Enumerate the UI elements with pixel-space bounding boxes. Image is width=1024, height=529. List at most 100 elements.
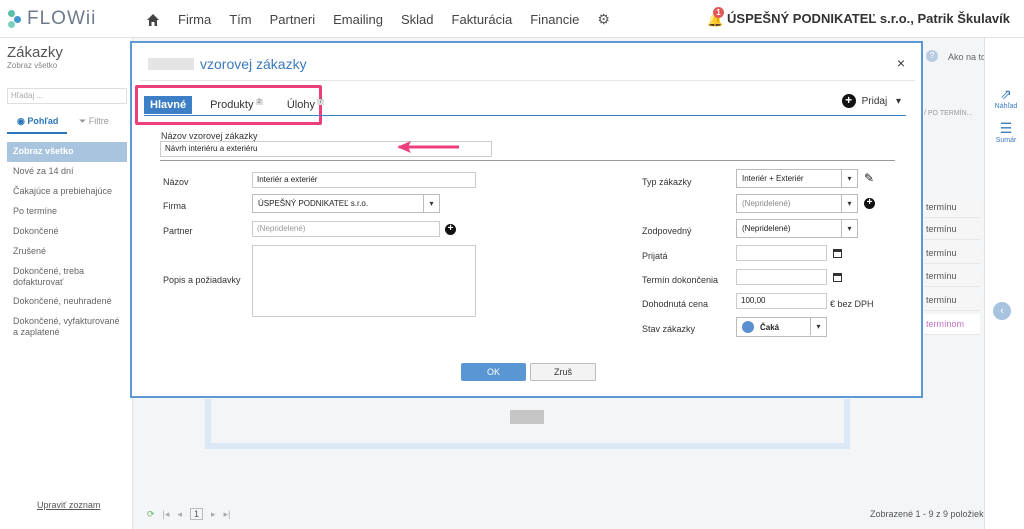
add-button[interactable]: + Pridaj ▾: [841, 94, 901, 108]
nav-item-partneri[interactable]: Partneri: [270, 12, 316, 27]
help-icon[interactable]: ?: [926, 50, 938, 62]
ok-button[interactable]: OK: [461, 363, 526, 381]
nav-item-firma[interactable]: Firma: [178, 12, 211, 27]
received-label: Prijatá: [642, 251, 668, 261]
external-link-icon: ⇗: [1000, 86, 1012, 102]
sidebar-item-completed[interactable]: Dokončené: [7, 222, 127, 242]
view-tab[interactable]: ◉ Pohľad: [7, 116, 67, 134]
next-page-icon[interactable]: ▸: [211, 509, 216, 520]
list-item[interactable]: termínu: [924, 290, 980, 311]
add-partner-icon[interactable]: +: [445, 224, 456, 235]
pager-status: Zobrazené 1 - 9 z 9 položiek: [870, 509, 984, 519]
blurred-title-word: [148, 58, 194, 70]
filter-tab[interactable]: ⏷ Filtre: [67, 116, 109, 134]
search-input[interactable]: Hľadaj ...: [7, 88, 127, 104]
home-icon[interactable]: [146, 13, 160, 27]
pencil-icon[interactable]: ✎: [864, 171, 874, 185]
tab-count-badge: 2: [255, 99, 263, 106]
flowii-logo-icon: [8, 10, 22, 28]
company-select[interactable]: ÚSPEŠNÝ PODNIKATEĽ s.r.o. ▾: [252, 194, 440, 213]
sidebar-item-waiting[interactable]: Čakajúce a prebiehajúce: [7, 182, 127, 202]
tabs-underline: [144, 115, 906, 116]
cancel-button[interactable]: Zruš: [530, 363, 596, 381]
tab-tasks[interactable]: Úlohy 7: [281, 96, 330, 114]
name-label: Názov: [163, 177, 189, 187]
price-input[interactable]: 100,00: [736, 293, 827, 309]
chevron-left-icon: ‹: [1000, 305, 1004, 317]
blurred-block: [510, 410, 544, 424]
preview-button[interactable]: ⇗ Náhľad: [991, 86, 1021, 110]
name-input[interactable]: Interiér a exteriér: [252, 172, 476, 188]
prev-page-icon[interactable]: ◂: [177, 509, 182, 520]
list-icon: ☰: [999, 120, 1013, 136]
pager: ⟳ |◂ ◂ 1 ▸ ▸|: [147, 508, 230, 520]
order-subtype-select[interactable]: (Nepridelené) ▾: [736, 194, 858, 213]
main-nav: Firma Tím Partneri Emailing Sklad Faktur…: [146, 11, 610, 28]
sidebar-item-paid[interactable]: Dokončené, vyfakturované a zaplatené: [7, 312, 127, 342]
responsible-select[interactable]: (Nepridelené) ▾: [736, 219, 858, 238]
collapse-panel-button[interactable]: ‹: [993, 302, 1011, 320]
hourglass-icon: [742, 321, 754, 333]
sidebar-item-unpaid[interactable]: Dokončené, neuhradené: [7, 292, 127, 312]
first-page-icon[interactable]: |◂: [163, 509, 170, 520]
plus-circle-icon: +: [841, 94, 856, 108]
partner-input[interactable]: (Nepridelené): [252, 221, 440, 237]
template-order-dialog: vzorovej zákazky × Hlavné Produkty 2 Úloh…: [130, 41, 923, 398]
gear-icon[interactable]: ⚙: [597, 11, 610, 28]
calendar-icon[interactable]: [833, 273, 842, 282]
dialog-title: vzorovej zákazky: [148, 56, 307, 72]
list-item[interactable]: termínu: [924, 243, 980, 264]
list-item[interactable]: termínu: [924, 266, 980, 287]
divider: [140, 80, 915, 81]
caret-down-icon: ▾: [810, 318, 826, 335]
caret-down-icon: ▾: [841, 170, 857, 187]
list-item[interactable]: termínu: [924, 219, 980, 240]
notification-badge: 1: [713, 6, 725, 18]
nav-item-tim[interactable]: Tím: [229, 12, 251, 27]
list-item[interactable]: termínu: [924, 197, 980, 218]
sidebar: Zákazky Zobraz všetko Hľadaj ... ◉ Pohľa…: [0, 38, 133, 529]
template-name-label: Názov vzorovej zákazky: [161, 131, 258, 141]
nav-item-emailing[interactable]: Emailing: [333, 12, 383, 27]
calendar-icon[interactable]: [833, 249, 842, 258]
status-select[interactable]: Čaká ▾: [736, 317, 827, 337]
sidebar-item-cancelled[interactable]: Zrušené: [7, 242, 127, 262]
order-type-select[interactable]: Interiér + Exteriér ▾: [736, 169, 858, 188]
close-icon[interactable]: ×: [897, 55, 905, 71]
tab-main[interactable]: Hlavné: [144, 96, 193, 114]
bell-icon[interactable]: 🔔 1: [707, 6, 725, 27]
arrow-annotation-icon: [397, 141, 459, 153]
column-header[interactable]: / PO TERMÍN...: [924, 110, 973, 117]
dialog-tabs: Hlavné Produkty 2 Úlohy 7: [144, 96, 330, 114]
logo-text: FLOWii: [27, 8, 97, 29]
sidebar-item-overdue[interactable]: Po termíne: [7, 202, 127, 222]
sidebar-item-to-invoice[interactable]: Dokončené, treba dofakturovať: [7, 262, 127, 292]
status-label: Stav zákazky: [642, 324, 696, 334]
current-page[interactable]: 1: [189, 508, 203, 520]
app-logo[interactable]: FLOWii: [8, 8, 96, 30]
page-subtitle: Zobraz všetko: [7, 61, 58, 70]
summary-button[interactable]: ☰ Sumár: [991, 120, 1021, 144]
refresh-icon[interactable]: ⟳: [147, 509, 155, 520]
chevron-down-icon: ▾: [893, 95, 901, 107]
add-subtype-icon[interactable]: +: [864, 198, 875, 209]
sidebar-item-new-14-days[interactable]: Nové za 14 dní: [7, 162, 127, 182]
nav-item-financie[interactable]: Financie: [530, 12, 579, 27]
nav-item-sklad[interactable]: Sklad: [401, 12, 434, 27]
right-toolbar: ⇗ Náhľad ☰ Sumár: [984, 38, 1024, 529]
description-textarea[interactable]: [252, 245, 476, 317]
account-name[interactable]: ÚSPEŠNÝ PODNIKATEĽ s.r.o., Patrik Škulav…: [727, 11, 1010, 26]
last-page-icon[interactable]: ▸|: [223, 509, 230, 520]
deadline-date-input[interactable]: [736, 269, 827, 285]
responsible-label: Zodpovedný: [642, 226, 692, 236]
tab-products[interactable]: Produkty 2: [204, 96, 269, 114]
edit-list-link[interactable]: Upraviť zoznam: [37, 500, 100, 510]
price-label: Dohodnutá cena: [642, 299, 709, 309]
nav-item-fakturacia[interactable]: Fakturácia: [452, 12, 513, 27]
account-area[interactable]: 🔔 1 ÚSPEŠNÝ PODNIKATEĽ s.r.o., Patrik Šku…: [707, 6, 1010, 27]
list-item[interactable]: termínom: [924, 314, 980, 335]
caret-down-icon: ▾: [841, 195, 857, 212]
page-title: Zákazky: [7, 44, 63, 61]
sidebar-item-all[interactable]: Zobraz všetko: [7, 142, 127, 162]
received-date-input[interactable]: [736, 245, 827, 261]
